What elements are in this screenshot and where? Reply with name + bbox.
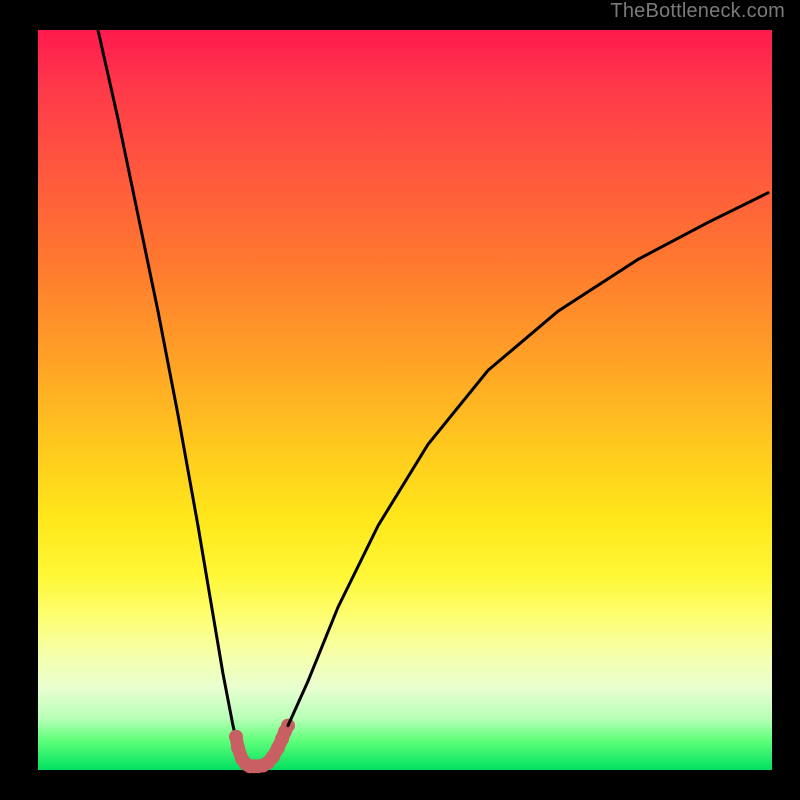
right-branch-path — [288, 193, 768, 726]
bottleneck-curve — [38, 30, 772, 770]
watermark-text: TheBottleneck.com — [610, 0, 785, 23]
outer-frame: TheBottleneck.com — [0, 0, 800, 800]
left-branch-path — [98, 30, 238, 748]
